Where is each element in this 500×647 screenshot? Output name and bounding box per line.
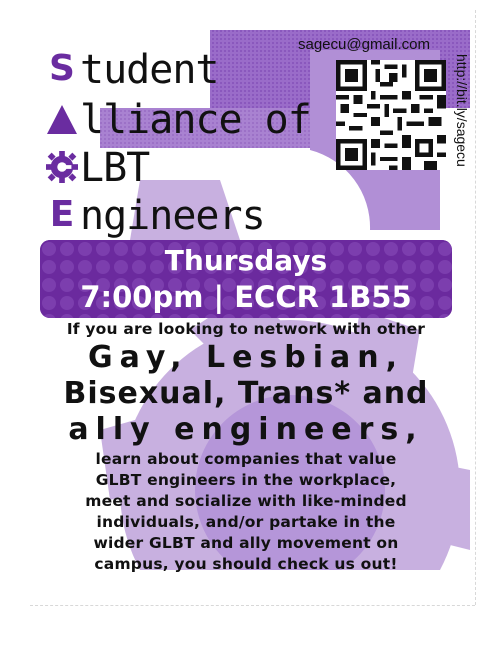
body-line-1: learn about companies that value [95, 450, 397, 468]
cut-guide-horizontal [30, 605, 475, 606]
flyer: S tudent lliance of LBT E ngineers sagec… [40, 30, 470, 590]
gear-icon [46, 146, 78, 188]
title-word-alliance: lliance of [80, 97, 312, 143]
triangle-icon [46, 98, 78, 140]
body-line-6: campus, you should check us out! [94, 555, 398, 573]
title-word-glbt: LBT [80, 145, 150, 191]
title-line-engineers: E ngineers [46, 193, 266, 239]
meeting-banner: Thursdays 7:00pm | ECCR 1B55 [40, 240, 452, 318]
title-cap-s: S [49, 48, 75, 89]
title-line-student: S tudent [46, 48, 219, 90]
meeting-time-location: 7:00pm | ECCR 1B55 [80, 280, 412, 314]
body-line-3: meet and socialize with like-minded [85, 492, 407, 510]
body-line-5: wider GLBT and ally movement on [93, 534, 399, 552]
title-word-student: tudent [80, 47, 219, 93]
body-intro: If you are looking to network with other [66, 320, 426, 338]
body-big-line-1: Gay, Lesbian, [87, 340, 405, 375]
title-line-glbt: LBT [46, 145, 150, 191]
body-line-4: individuals, and/or partake in the [96, 513, 396, 531]
title-line-alliance: lliance of [46, 97, 312, 143]
body-big-line-2: Bisexual, Trans* and [63, 376, 429, 411]
title-cap-e: E [49, 194, 75, 235]
cut-guide-vertical [475, 10, 476, 605]
body-line-2: GLBT engineers in the workplace, [95, 471, 397, 489]
contact-url[interactable]: http://bit.ly/sagecu [450, 54, 470, 254]
meeting-day: Thursdays [164, 244, 328, 277]
contact-email[interactable]: sagecu@gmail.com [298, 36, 430, 53]
title-word-engineers: ngineers [80, 193, 266, 239]
qr-code-icon[interactable] [336, 60, 446, 170]
body-big-line-3: ally engineers, [68, 412, 424, 447]
